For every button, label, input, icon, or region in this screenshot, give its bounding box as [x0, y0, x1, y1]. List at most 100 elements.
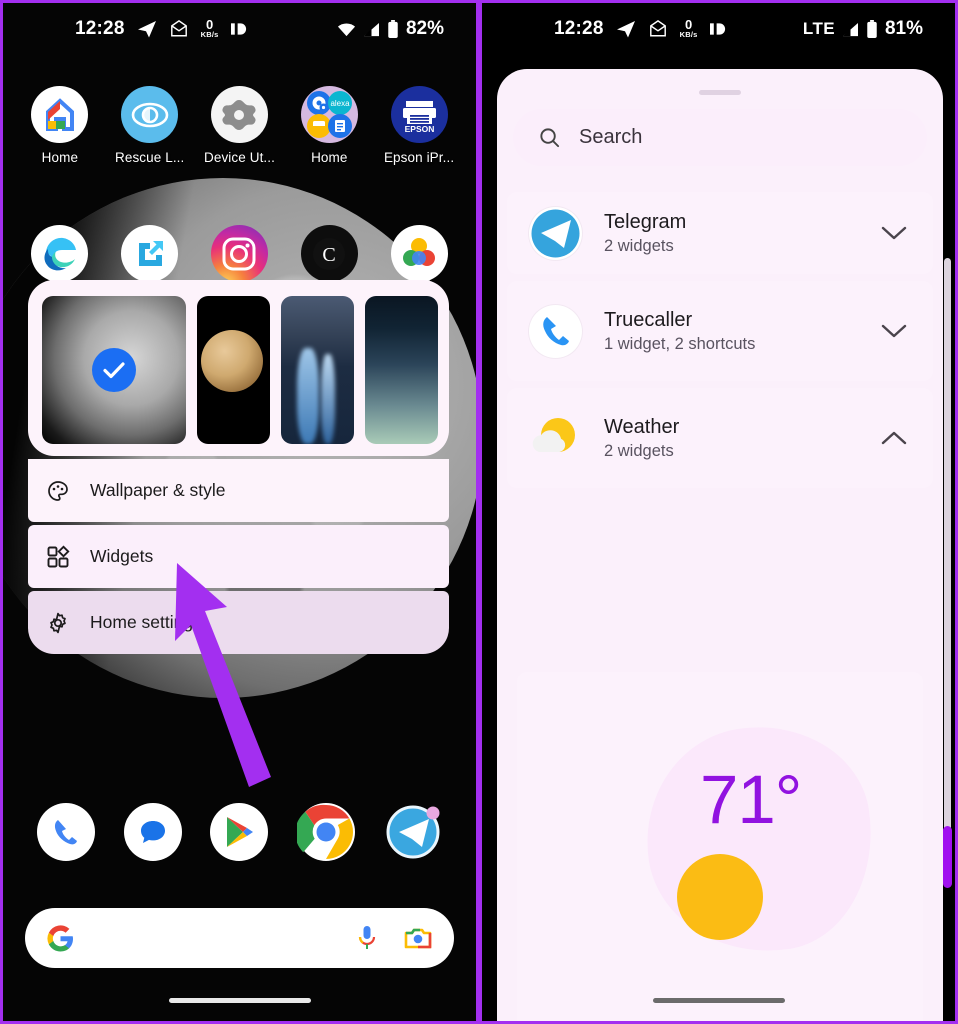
phone-icon[interactable]	[37, 803, 96, 861]
app-icon-canva[interactable]: C	[291, 225, 367, 282]
microphone-icon[interactable]	[356, 924, 378, 952]
right-phone-screenshot: 12:28 0 KB/s LTE 81% Search Telegram 2 w…	[479, 0, 958, 1024]
menu-item-widgets[interactable]: Widgets	[28, 525, 449, 588]
widget-group-subtitle: 2 widgets	[604, 441, 674, 460]
widget-search-bar[interactable]: Search	[513, 109, 927, 166]
status-right-group: LTE 81%	[803, 18, 923, 40]
mail-icon	[169, 20, 189, 38]
widget-picker-sheet: Search Telegram 2 widgets Truecaller 1 w…	[497, 69, 943, 1021]
battery-percent: 82%	[405, 18, 444, 39]
widget-group-text: Truecaller 1 widget, 2 shortcuts	[604, 309, 755, 354]
shareit-icon	[121, 225, 179, 282]
right-phone-screen: 12:28 0 KB/s LTE 81% Search Telegram 2 w…	[482, 3, 955, 1021]
weather-widget-preview[interactable]: 71° Weather 3 × 3	[517, 672, 923, 1021]
chrome-icon[interactable]	[297, 803, 356, 861]
chevron-down-icon[interactable]	[881, 323, 907, 339]
app-icon-google-photos[interactable]	[381, 225, 457, 282]
rescue-lens-icon	[121, 86, 179, 143]
app-icon-instagram[interactable]	[201, 225, 277, 282]
truecaller-icon	[529, 304, 582, 358]
right-status-bar: 12:28 0 KB/s LTE 81%	[482, 3, 955, 55]
dock	[3, 803, 476, 861]
widget-group-subtitle: 1 widget, 2 shortcuts	[604, 334, 756, 353]
telegram-icon	[616, 20, 636, 38]
menu-item-wallpaper-and-style[interactable]: Wallpaper & style	[28, 459, 449, 522]
app-row-1: Home Rescue L... Device Ut... alexa Home…	[3, 86, 476, 165]
left-status-bar: 12:28 0 KB/s 82%	[3, 3, 476, 55]
widget-group-weather[interactable]: Weather 2 widgets	[507, 388, 933, 488]
app-folder-home[interactable]: alexa Home	[291, 86, 367, 165]
status-left-group: 12:28 0 KB/s	[75, 18, 248, 40]
signal-icon	[363, 22, 380, 37]
widget-group-truecaller[interactable]: Truecaller 1 widget, 2 shortcuts	[507, 281, 933, 381]
app-row-2: C	[3, 225, 476, 282]
widget-group-text: Weather 2 widgets	[604, 416, 679, 461]
status-clock: 12:28	[75, 18, 125, 39]
menu-item-label: Home settings	[90, 612, 202, 632]
gesture-nav-bar[interactable]	[652, 998, 785, 1003]
app-icon-epson-iprint[interactable]: EPSON Epson iPr...	[381, 86, 457, 165]
sheet-drag-handle[interactable]	[699, 90, 741, 95]
app-label: Device Ut...	[204, 150, 275, 165]
google-photos-icon	[390, 225, 448, 282]
gesture-nav-bar[interactable]	[168, 998, 311, 1003]
app-icon-home[interactable]: Home	[22, 86, 98, 165]
selected-check-icon	[92, 348, 136, 392]
svg-text:alexa: alexa	[330, 99, 350, 108]
network-speed-icon: 0 KB/s	[201, 18, 219, 39]
google-g-icon	[47, 924, 74, 952]
widget-blob-shape	[632, 712, 887, 967]
svg-text:EPSON: EPSON	[404, 124, 434, 134]
messages-icon[interactable]	[123, 803, 182, 861]
telegram-icon	[529, 206, 582, 260]
microsoft-edge-icon	[31, 225, 89, 282]
widget-group-name: Truecaller	[604, 308, 693, 331]
battery-icon	[866, 20, 878, 38]
telegram-icon	[137, 20, 157, 38]
dnd-icon	[230, 21, 248, 37]
widget-group-name: Weather	[604, 415, 680, 438]
app-label: Home	[311, 150, 348, 165]
wallpaper-thumb-gradient[interactable]	[365, 296, 438, 444]
wallpaper-carousel	[28, 280, 449, 456]
svg-text:C: C	[323, 244, 336, 266]
app-icon-device-utility[interactable]: Device Ut...	[201, 86, 277, 165]
palette-icon	[46, 479, 70, 503]
weather-icon	[529, 412, 582, 465]
widget-search-input[interactable]: Search	[579, 126, 642, 149]
google-search-bar[interactable]	[25, 908, 454, 968]
app-label: Epson iPr...	[383, 150, 455, 165]
google-home-icon	[31, 86, 89, 143]
wallpaper-thumb-waterfall[interactable]	[281, 296, 354, 444]
google-lens-icon[interactable]	[404, 925, 432, 951]
app-label: Rescue L...	[114, 150, 185, 165]
device-utility-icon	[210, 86, 268, 143]
widget-group-telegram[interactable]: Telegram 2 widgets	[507, 192, 933, 274]
battery-icon	[387, 20, 399, 38]
wallpaper-thumb-mars[interactable]	[197, 296, 270, 444]
menu-item-label: Wallpaper & style	[90, 480, 226, 500]
widgets-icon	[46, 544, 70, 569]
wallpaper-thumb-moon[interactable]	[42, 296, 186, 444]
battery-percent: 81%	[884, 18, 923, 39]
app-icon-shareit[interactable]	[112, 225, 188, 282]
status-clock: 12:28	[554, 18, 604, 39]
widget-group-name: Telegram	[604, 210, 687, 233]
screenshot-stage: 12:28 0 KB/s 82% Home Rescue L... Device…	[0, 0, 958, 1024]
widget-temperature: 71°	[700, 761, 802, 838]
widget-group-subtitle: 2 widgets	[604, 236, 674, 255]
app-icon-rescue-lens[interactable]: Rescue L...	[112, 86, 188, 165]
telegram-icon[interactable]	[384, 803, 442, 861]
scrollbar-track[interactable]	[944, 258, 951, 858]
chevron-up-icon[interactable]	[881, 430, 907, 446]
instagram-icon	[210, 225, 268, 282]
status-left-group: 12:28 0 KB/s	[554, 18, 727, 40]
app-icon-edge[interactable]	[22, 225, 98, 282]
home-long-press-popup: Wallpaper & style Widgets Home settings	[28, 280, 449, 654]
menu-item-label: Widgets	[90, 546, 154, 566]
menu-item-home-settings[interactable]: Home settings	[28, 591, 449, 654]
mail-icon	[648, 20, 668, 38]
play-store-icon[interactable]	[210, 803, 269, 861]
scrollbar-thumb[interactable]	[943, 826, 952, 888]
chevron-down-icon[interactable]	[881, 225, 907, 241]
